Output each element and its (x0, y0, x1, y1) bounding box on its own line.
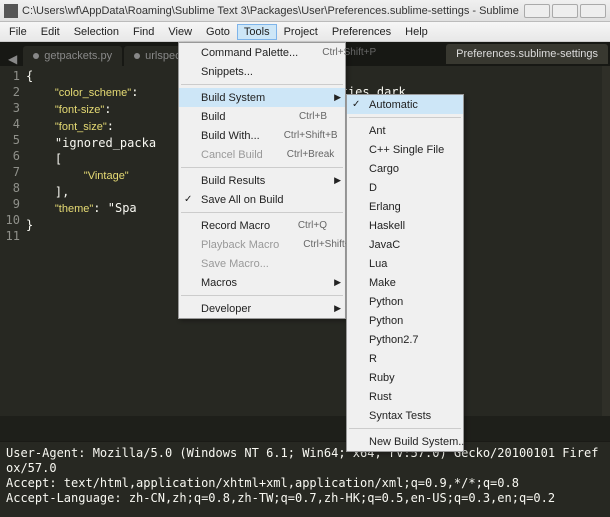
separator (181, 212, 343, 213)
menu-item[interactable]: BuildCtrl+B (179, 107, 345, 126)
check-icon: ✓ (184, 194, 192, 205)
separator (181, 167, 343, 168)
menu-item[interactable]: Haskell (347, 216, 463, 235)
tab-scroll-left-icon[interactable]: ◀ (2, 52, 23, 66)
title-bar: C:\Users\wf\AppData\Roaming\Sublime Text… (0, 0, 610, 22)
menu-find[interactable]: Find (126, 24, 161, 40)
menu-item[interactable]: JavaC (347, 235, 463, 254)
menu-tools[interactable]: Tools (237, 24, 277, 40)
tab[interactable]: getpackets.py (23, 46, 122, 66)
chevron-right-icon: ▶ (334, 92, 341, 103)
menu-item[interactable]: ✓Save All on Build (179, 190, 345, 209)
menu-item[interactable]: Erlang (347, 197, 463, 216)
menu-project[interactable]: Project (277, 24, 325, 40)
chevron-right-icon: ▶ (334, 303, 341, 314)
menu-item[interactable]: Lua (347, 254, 463, 273)
menu-file[interactable]: File (2, 24, 34, 40)
menu-item[interactable]: ✓Automatic (347, 95, 463, 114)
menu-item[interactable]: C++ Single File (347, 140, 463, 159)
dirty-indicator-icon (134, 53, 140, 59)
menu-item: Cancel BuildCtrl+Break (179, 145, 345, 164)
menu-item: Save Macro... (179, 254, 345, 273)
menu-edit[interactable]: Edit (34, 24, 67, 40)
menu-item[interactable]: Command Palette...Ctrl+Shift+P (179, 43, 345, 62)
dirty-indicator-icon (33, 53, 39, 59)
check-icon: ✓ (352, 99, 360, 110)
menu-item[interactable]: Record MacroCtrl+Q (179, 216, 345, 235)
menu-item[interactable]: Macros▶ (179, 273, 345, 292)
menu-view[interactable]: View (161, 24, 199, 40)
menu-item[interactable]: Build With...Ctrl+Shift+B (179, 126, 345, 145)
menu-item[interactable]: Ruby (347, 368, 463, 387)
menu-item[interactable]: Cargo (347, 159, 463, 178)
output-panel[interactable]: User-Agent: Mozilla/5.0 (Windows NT 6.1;… (0, 441, 610, 517)
menu-item[interactable]: Ant (347, 121, 463, 140)
menu-item[interactable]: Python (347, 292, 463, 311)
menu-item: Playback MacroCtrl+Shift+Q (179, 235, 345, 254)
minimap[interactable] (602, 66, 610, 416)
chevron-right-icon: ▶ (334, 175, 341, 186)
menu-item[interactable]: New Build System... (347, 432, 463, 451)
maximize-button[interactable] (552, 4, 578, 18)
menu-item[interactable]: Python2.7 (347, 330, 463, 349)
separator (181, 295, 343, 296)
menu-item[interactable]: Build System▶ (179, 88, 345, 107)
window-title: C:\Users\wf\AppData\Roaming\Sublime Text… (22, 5, 522, 17)
menu-item[interactable]: D (347, 178, 463, 197)
separator (349, 117, 461, 118)
chevron-right-icon: ▶ (334, 277, 341, 288)
separator (181, 84, 343, 85)
menu-item[interactable]: Build Results▶ (179, 171, 345, 190)
close-button[interactable] (580, 4, 606, 18)
menu-preferences[interactable]: Preferences (325, 24, 398, 40)
app-icon (4, 4, 18, 18)
menu-item[interactable]: Snippets... (179, 62, 345, 81)
menu-item[interactable]: Rust (347, 387, 463, 406)
tools-menu[interactable]: Command Palette...Ctrl+Shift+PSnippets..… (178, 42, 346, 319)
menu-goto[interactable]: Goto (199, 24, 237, 40)
line-gutter: 1234567891011 (0, 66, 26, 416)
menu-selection[interactable]: Selection (67, 24, 126, 40)
separator (349, 428, 461, 429)
menu-item[interactable]: Python (347, 311, 463, 330)
menu-help[interactable]: Help (398, 24, 435, 40)
tab-active[interactable]: Preferences.sublime-settings (446, 44, 608, 64)
minimize-button[interactable] (524, 4, 550, 18)
menu-bar: FileEditSelectionFindViewGotoToolsProjec… (0, 22, 610, 42)
build-system-submenu[interactable]: ✓Automatic AntC++ Single FileCargoDErlang… (346, 94, 464, 452)
menu-item[interactable]: Syntax Tests (347, 406, 463, 425)
menu-item[interactable]: Make (347, 273, 463, 292)
menu-item[interactable]: Developer▶ (179, 299, 345, 318)
panel-divider[interactable] (0, 416, 610, 441)
menu-item[interactable]: R (347, 349, 463, 368)
